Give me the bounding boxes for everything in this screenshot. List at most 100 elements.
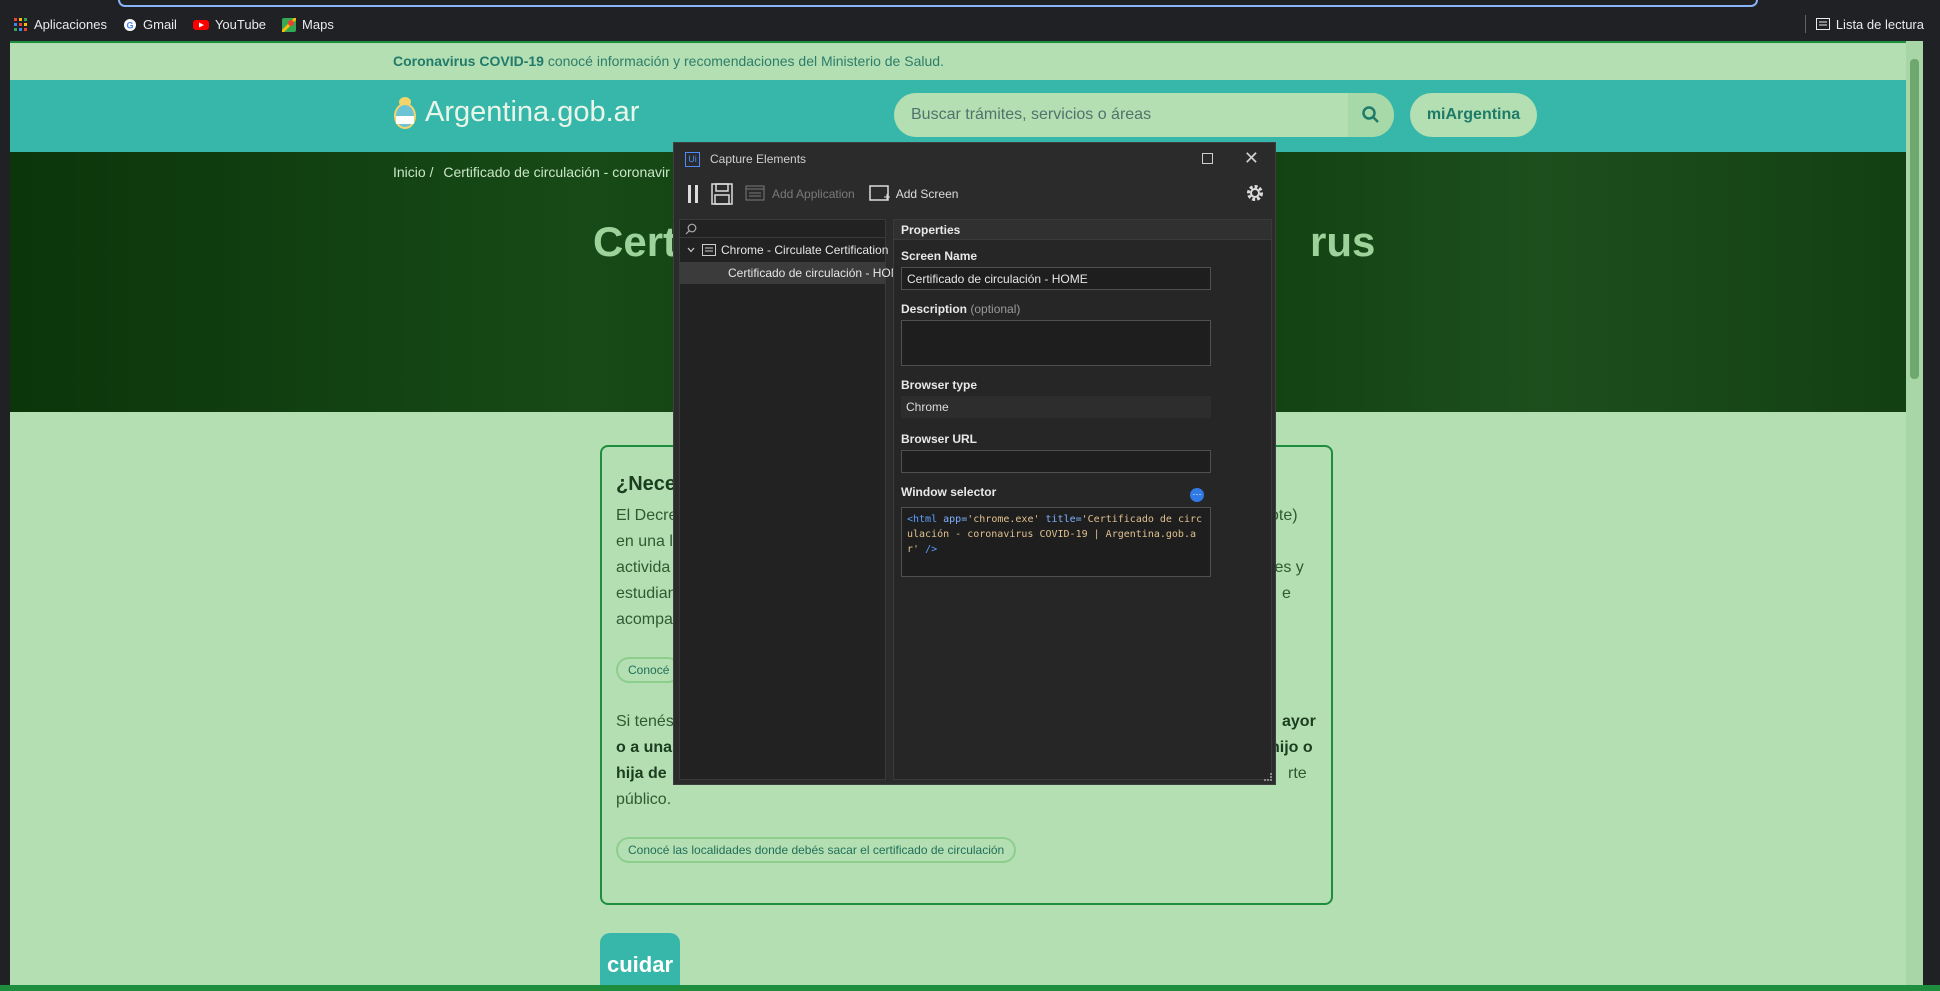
optional-hint: (optional) bbox=[970, 302, 1021, 316]
pause-icon bbox=[688, 185, 698, 203]
page-title: Cert bbox=[593, 218, 678, 265]
youtube-icon bbox=[192, 19, 209, 30]
capture-elements-dialog: Ui Capture Elements ✕ Add Application Ad… bbox=[673, 142, 1276, 785]
tree-item-application[interactable]: Chrome - Circulate Certification bbox=[686, 239, 888, 261]
divider bbox=[1804, 15, 1806, 33]
breadcrumb: Inicio / Certificado de circulación - co… bbox=[393, 164, 676, 180]
tree-item-screen[interactable]: Certificado de circulación - HOME bbox=[680, 262, 909, 284]
bookmark-maps[interactable]: Maps bbox=[282, 17, 334, 32]
search-button[interactable] bbox=[1348, 93, 1394, 137]
cuidar-app-badge[interactable]: cuidar bbox=[600, 933, 680, 985]
chevron-down-icon bbox=[687, 247, 695, 253]
dialog-title: Capture Elements bbox=[710, 152, 807, 166]
add-screen-button[interactable]: Add Screen bbox=[868, 185, 959, 203]
dialog-titlebar[interactable]: Ui Capture Elements ✕ bbox=[674, 143, 1275, 175]
google-icon: G bbox=[124, 18, 136, 31]
card-para: o a una bbox=[616, 739, 673, 756]
card-line: en una l bbox=[616, 533, 673, 550]
selector-attr: app= bbox=[943, 514, 968, 525]
screen-name-label: Screen Name bbox=[901, 249, 978, 263]
element-tree-pane: Chrome - Circulate Certification Certifi… bbox=[679, 219, 909, 780]
address-bar[interactable] bbox=[118, 0, 1758, 7]
selector-value: 'chrome.exe' bbox=[967, 514, 1040, 525]
browser-type-value: Chrome bbox=[901, 396, 1211, 418]
tree-item-label: Certificado de circulación - HOME bbox=[728, 266, 909, 280]
bookmark-gmail[interactable]: G Gmail bbox=[123, 17, 177, 32]
site-search bbox=[894, 93, 1394, 137]
scrollbar-thumb[interactable] bbox=[1910, 59, 1919, 379]
taskbar-strip bbox=[0, 985, 1940, 991]
add-application-icon bbox=[745, 185, 765, 201]
bookmark-youtube[interactable]: YouTube bbox=[192, 17, 266, 32]
card-line: estudian bbox=[616, 585, 677, 602]
reading-list-icon bbox=[1815, 18, 1830, 30]
page-title-end: rus bbox=[1310, 218, 1376, 265]
screen-name-field[interactable]: Certificado de circulación - HOME bbox=[901, 267, 1211, 290]
search-icon bbox=[1362, 106, 1379, 123]
window-selector-label: Window selector bbox=[901, 485, 997, 499]
card-para-end: hijo o bbox=[1270, 739, 1313, 756]
mi-argentina-button[interactable]: miArgentina bbox=[1410, 93, 1537, 137]
page-scrollbar[interactable] bbox=[1906, 41, 1923, 985]
card-line: activida bbox=[616, 559, 671, 576]
reading-list-label: Lista de lectura bbox=[1835, 16, 1924, 32]
description-field[interactable] bbox=[901, 320, 1211, 366]
logo-text: Argentina.gob.ar bbox=[425, 95, 640, 128]
uipath-icon: Ui bbox=[685, 151, 700, 167]
tree-search[interactable] bbox=[680, 220, 885, 238]
application-icon bbox=[702, 244, 716, 256]
edit-selector-button[interactable]: ⋯ bbox=[1190, 488, 1204, 502]
properties-pane: Properties Screen Name Certificado de ci… bbox=[893, 219, 1272, 780]
save-button[interactable] bbox=[711, 183, 733, 205]
know-more-pill[interactable]: Conocé bbox=[616, 657, 682, 683]
card-line-end: e bbox=[1282, 585, 1291, 602]
breadcrumb-current: Certificado de circulación - coronavir bbox=[443, 164, 670, 180]
properties-header: Properties bbox=[894, 220, 1271, 240]
maps-icon bbox=[282, 17, 297, 32]
browser-url-field[interactable] bbox=[901, 450, 1211, 473]
selector-tag: <html bbox=[907, 514, 938, 525]
reading-list[interactable]: Lista de lectura bbox=[1804, 15, 1924, 33]
search-icon bbox=[685, 223, 697, 235]
selector-attr: title= bbox=[1045, 514, 1082, 525]
card-line: El Decre bbox=[616, 507, 678, 524]
screen-name-value: Certificado de circulación - HOME bbox=[907, 271, 1088, 286]
card-para: público. bbox=[616, 791, 672, 808]
breadcrumb-home[interactable]: Inicio / bbox=[393, 164, 433, 180]
tree-item-label: Chrome - Circulate Certification bbox=[721, 243, 889, 257]
svg-text:G: G bbox=[127, 20, 134, 30]
close-button[interactable]: ✕ bbox=[1244, 148, 1259, 169]
card-line: acompa bbox=[616, 611, 673, 628]
covid-link[interactable]: Coronavirus COVID-19 bbox=[393, 53, 544, 69]
card-para-end: ayor bbox=[1282, 713, 1316, 730]
covid-text[interactable]: conocé información y recomendaciones del… bbox=[544, 53, 944, 69]
covid-banner: Coronavirus COVID-19 conocé información … bbox=[10, 43, 1923, 80]
bookmark-label: Gmail bbox=[143, 17, 177, 32]
add-application-button[interactable]: Add Application bbox=[745, 185, 855, 203]
description-label-text: Description bbox=[901, 302, 968, 316]
pause-button[interactable] bbox=[687, 184, 699, 204]
description-label: Description (optional) bbox=[901, 302, 1020, 316]
search-input[interactable] bbox=[894, 93, 1349, 137]
bookmark-label: Aplicaciones bbox=[34, 17, 107, 32]
add-application-label: Add Application bbox=[772, 187, 855, 201]
resize-grip[interactable] bbox=[1264, 773, 1272, 781]
gear-icon bbox=[1247, 185, 1263, 201]
dialog-toolbar: Add Application Add Screen bbox=[674, 179, 1275, 209]
add-screen-label: Add Screen bbox=[895, 187, 959, 201]
apps-grid-icon bbox=[14, 17, 27, 31]
localities-pill[interactable]: Conocé las localidades donde debés sacar… bbox=[616, 837, 1017, 863]
screen: Aplicaciones G Gmail YouTube Maps Lista … bbox=[0, 0, 1940, 991]
site-logo[interactable]: Argentina.gob.ar bbox=[393, 94, 639, 130]
bookmark-apps[interactable]: Aplicaciones bbox=[14, 17, 107, 32]
window-selector-field[interactable]: <html app='chrome.exe' title='Certificad… bbox=[901, 507, 1211, 577]
escudo-icon bbox=[394, 97, 416, 129]
bookmark-label: Maps bbox=[302, 17, 334, 32]
add-screen-icon bbox=[868, 185, 890, 201]
maximize-button[interactable] bbox=[1202, 153, 1213, 164]
settings-button[interactable] bbox=[1245, 183, 1265, 206]
card-para: Si tenés bbox=[616, 713, 674, 730]
bookmarks-bar: Aplicaciones G Gmail YouTube Maps Lista … bbox=[0, 11, 1940, 38]
browser-type-label: Browser type bbox=[901, 378, 978, 392]
save-icon bbox=[711, 183, 733, 205]
